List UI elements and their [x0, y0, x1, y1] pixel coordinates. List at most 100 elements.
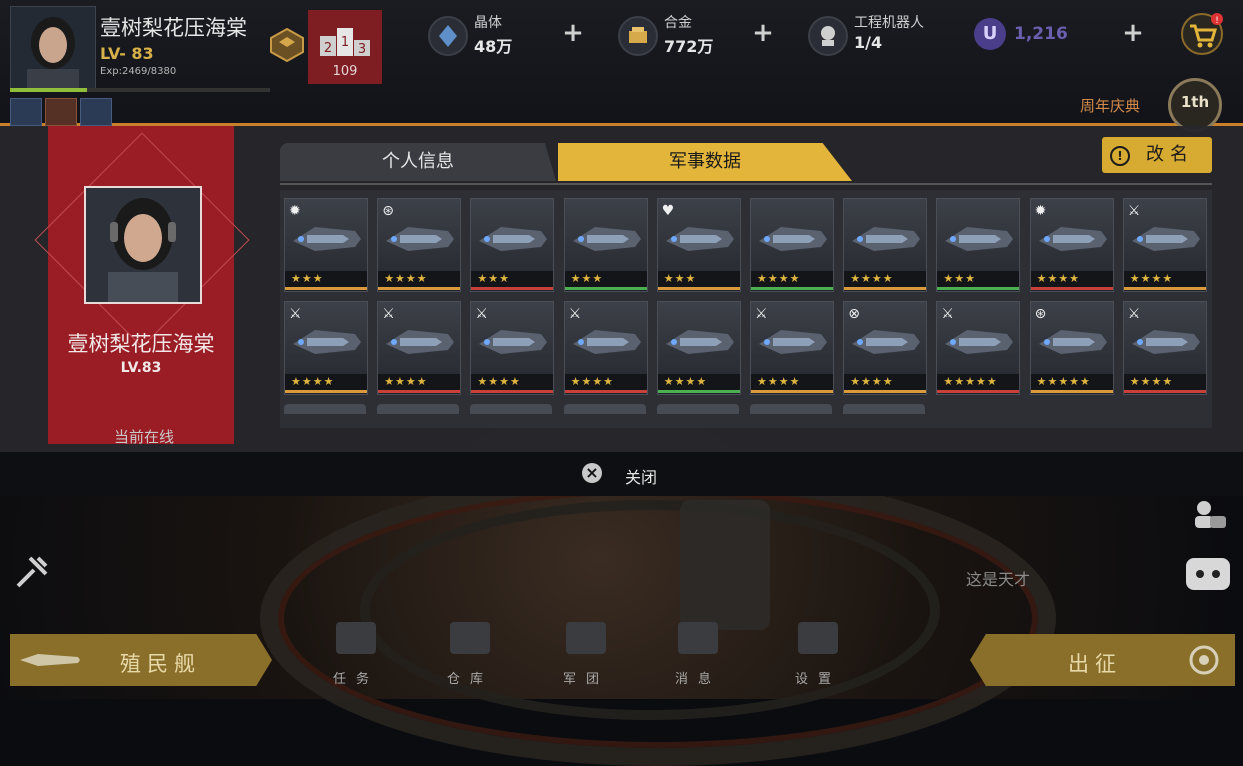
ship-card[interactable]: ★★★ — [936, 198, 1021, 292]
ship-card[interactable]: ⊛ ★★★★★ — [1029, 301, 1114, 395]
wrench-icon[interactable] — [12, 552, 52, 592]
ship-stars: ★★★★ — [378, 374, 461, 390]
add-u-coin-button[interactable]: + — [1122, 20, 1144, 46]
ship-stars: ★★★★★ — [937, 374, 1020, 390]
ship-card-stub[interactable] — [470, 404, 553, 414]
ship-card[interactable]: ⚔ ★★★★ — [563, 301, 648, 395]
ship-card[interactable]: ⚔ ★★★★ — [1122, 198, 1207, 292]
ship-stars: ★★★★ — [1123, 374, 1206, 390]
rename-label: 改名 — [1146, 144, 1194, 165]
chat-button[interactable] — [1186, 558, 1230, 590]
shop-cart-button[interactable]: ! — [1180, 12, 1224, 56]
ship-stars: ★★★★ — [844, 374, 927, 390]
ship-card-stub[interactable] — [563, 404, 646, 414]
ship-card[interactable]: ⚔ ★★★★ — [1122, 301, 1207, 395]
sortie-label: 出征 — [1068, 652, 1122, 676]
rank-value: 109 — [332, 64, 358, 79]
ship-card-stub[interactable] — [377, 404, 460, 414]
ship-image — [471, 199, 554, 271]
nav-messages[interactable]: 消息 — [658, 622, 738, 687]
tab-military-data[interactable]: 军事数据 — [558, 143, 852, 181]
player-exp: Exp:2469/8380 — [100, 66, 177, 77]
ship-stars: ★★★★ — [564, 374, 647, 390]
ship-card[interactable]: ⊗ ★★★★ — [843, 301, 928, 395]
ship-badge-icon: ✹ — [1034, 203, 1047, 219]
nav-label: 消息 — [674, 672, 721, 687]
ship-badge-icon: ✹ — [289, 203, 301, 219]
podium-1: 1 — [341, 35, 349, 50]
contacts-icon[interactable] — [1192, 498, 1228, 539]
anniversary-badge-icon[interactable]: 1th — [1168, 78, 1222, 132]
ship-card[interactable]: ★★★ — [470, 198, 555, 292]
station-core — [680, 500, 770, 630]
ship-card[interactable]: ★★★★ — [843, 198, 928, 292]
ship-stars: ★★★★ — [378, 271, 461, 287]
ship-card[interactable]: ★★★★ — [656, 301, 741, 395]
ship-badge-icon: ⚔ — [475, 306, 488, 322]
rename-button[interactable]: ! 改名 — [1102, 137, 1212, 173]
add-crystal-button[interactable]: + — [562, 20, 584, 46]
close-icon[interactable]: × — [582, 463, 602, 483]
tab-personal-info[interactable]: 个人信息 — [280, 143, 556, 181]
anniversary-event-label[interactable]: 周年庆典 — [1080, 95, 1140, 116]
alloy-label: 合金 — [664, 15, 692, 31]
buff-icon-3[interactable] — [80, 98, 112, 126]
ship-card[interactable]: ⚔ ★★★★★ — [936, 301, 1021, 395]
station-ring-inner — [360, 500, 940, 720]
ship-stars: ★★★★ — [751, 271, 833, 287]
ship-stars: ★★★★ — [844, 271, 927, 287]
crystal-icon — [428, 16, 468, 56]
nav-warehouse[interactable]: 仓库 — [430, 622, 510, 687]
ship-card[interactable]: ⚔ ★★★★ — [377, 301, 462, 395]
ship-card[interactable]: ⊛ ★★★★ — [377, 198, 462, 292]
ship-card[interactable]: ✹ ★★★★ — [1029, 198, 1114, 292]
ship-image — [657, 302, 740, 374]
close-label[interactable]: 关闭 — [625, 464, 657, 488]
ship-card[interactable]: ★★★★ — [750, 198, 834, 292]
ship-stars: ★★★ — [564, 271, 647, 287]
player-name: 壹树梨花压海棠 — [100, 16, 247, 40]
target-icon — [1186, 642, 1222, 682]
rank-podium-button[interactable]: 2 1 3 109 — [308, 10, 382, 84]
add-alloy-button[interactable]: + — [752, 20, 774, 46]
ship-stars: ★★★★★ — [1030, 374, 1113, 390]
chat-preview[interactable]: 这是天才 — [966, 566, 1030, 590]
close-bar[interactable] — [0, 452, 1243, 496]
ship-card-stub[interactable] — [843, 404, 926, 414]
nav-label: 仓库 — [446, 672, 493, 687]
ship-badge-icon: ⊛ — [1034, 306, 1047, 322]
buff-icon-1[interactable] — [10, 98, 42, 126]
nav-tasks[interactable]: 任务 — [316, 622, 396, 687]
ship-rarity-bar — [378, 390, 461, 393]
ship-card-stub[interactable] — [284, 404, 366, 414]
ship-rarity-bar — [1030, 287, 1113, 290]
ship-card[interactable]: ⚔ ★★★★ — [284, 301, 368, 395]
chat-bubble-icon — [1196, 570, 1220, 578]
warehouse-icon — [450, 622, 490, 654]
ship-rarity-bar — [657, 390, 740, 393]
player-avatar[interactable] — [10, 6, 96, 90]
ship-card[interactable]: ✹ ★★★ — [284, 198, 368, 292]
ship-badge-icon: ⊗ — [848, 306, 860, 322]
podium-2: 2 — [324, 41, 332, 56]
ship-rarity-bar — [844, 287, 927, 290]
ship-card-stub[interactable] — [750, 404, 832, 414]
nav-settings[interactable]: 设置 — [778, 622, 858, 687]
ship-badge-icon: ⚔ — [289, 306, 302, 322]
ship-card[interactable]: ♥ ★★★ — [656, 198, 741, 292]
ship-image — [937, 199, 1020, 271]
tasks-icon — [336, 622, 376, 654]
ship-silhouette-icon — [18, 648, 82, 676]
ship-stars: ★★★★ — [285, 374, 367, 390]
ship-badge-icon: ⚔ — [382, 306, 395, 322]
buff-icon-2[interactable] — [45, 98, 77, 126]
profile-portrait — [84, 186, 202, 304]
ship-card[interactable]: ★★★ — [563, 198, 648, 292]
ship-stars: ★★★ — [285, 271, 367, 287]
ship-card[interactable]: ⚔ ★★★★ — [750, 301, 834, 395]
ship-card[interactable]: ⚔ ★★★★ — [470, 301, 555, 395]
nav-legion[interactable]: 军团 — [546, 622, 626, 687]
ship-badge-icon: ⚔ — [568, 306, 582, 322]
ship-card-stub[interactable] — [656, 404, 739, 414]
svg-text:!: ! — [1215, 16, 1219, 26]
